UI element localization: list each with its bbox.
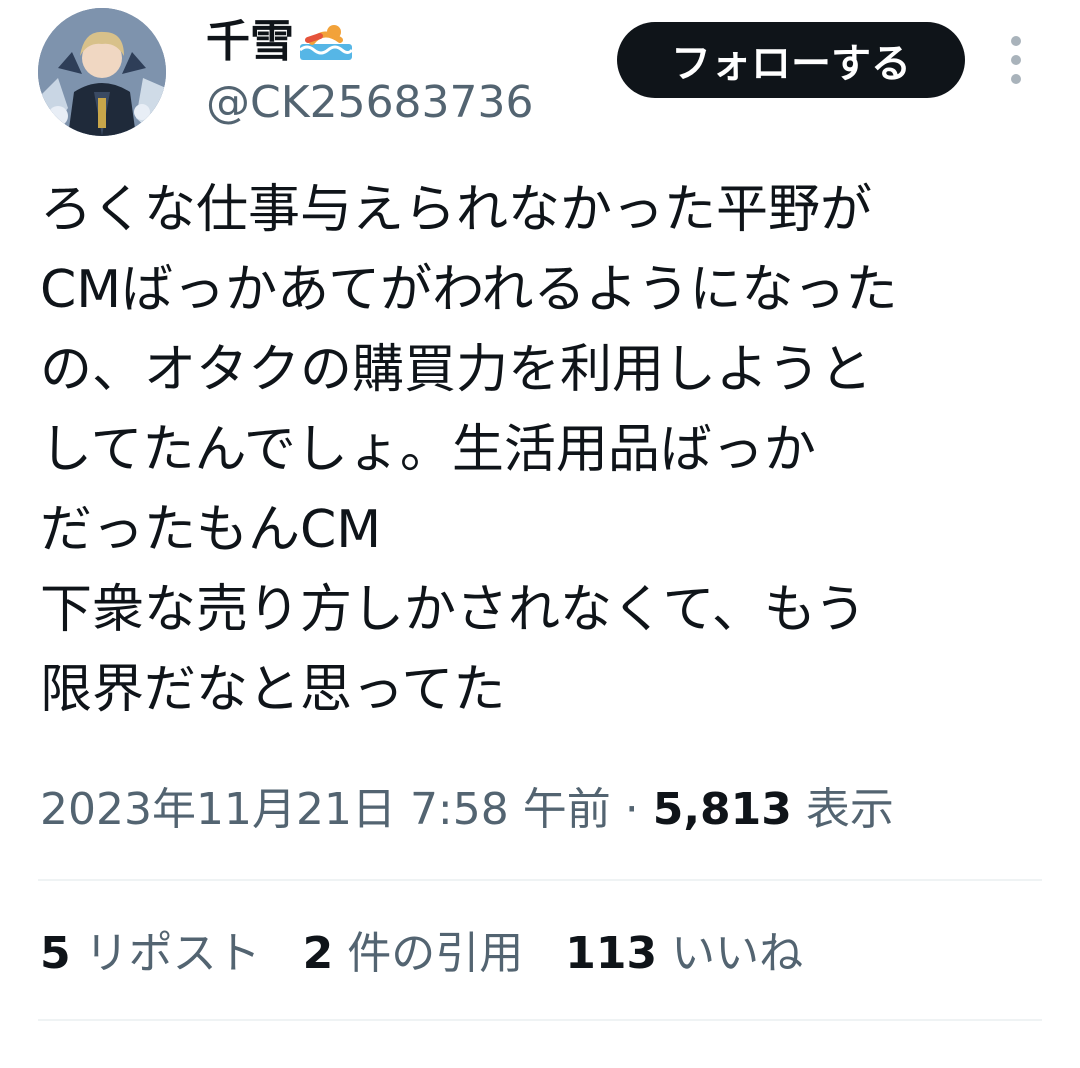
views-count: 5,813 xyxy=(652,784,792,835)
user-handle[interactable]: @CK25683736 xyxy=(206,74,534,132)
tweet-meta: 2023年11月21日 7:58 午前 · 5,813 表示 xyxy=(40,780,894,840)
swimmer-emoji-icon xyxy=(298,22,354,62)
likes-stat[interactable]: 113 いいね xyxy=(565,922,803,986)
reposts-label: リポスト xyxy=(84,928,261,979)
meta-separator: · xyxy=(610,784,653,835)
reposts-stat[interactable]: 5 リポスト xyxy=(40,922,261,986)
likes-count: 113 xyxy=(565,928,658,979)
tweet-text: ろくな仕事与えられなかった平野が CMばっかあてがわれるようになった の、オタク… xyxy=(40,180,898,720)
more-dot xyxy=(1011,36,1021,46)
divider xyxy=(38,1019,1042,1021)
more-dot xyxy=(1011,55,1021,65)
avatar-image xyxy=(38,8,166,136)
display-name-text: 千雪 xyxy=(206,16,294,67)
views-label: 表示 xyxy=(805,784,894,835)
quotes-label: 件の引用 xyxy=(347,928,524,979)
tweet-stats: 5 リポスト 2 件の引用 113 いいね xyxy=(40,922,845,986)
reposts-count: 5 xyxy=(40,928,71,979)
avatar[interactable] xyxy=(38,8,166,136)
tweet-header: 千雪 @CK25683736 フォローする xyxy=(0,0,1080,150)
display-name[interactable]: 千雪 xyxy=(206,6,354,78)
tweet-timestamp[interactable]: 2023年11月21日 7:58 午前 xyxy=(40,784,611,835)
quotes-count: 2 xyxy=(302,928,334,979)
more-vertical-icon[interactable] xyxy=(1000,36,1032,84)
divider xyxy=(38,879,1042,881)
quotes-stat[interactable]: 2 件の引用 xyxy=(303,922,524,986)
likes-label: いいね xyxy=(671,928,804,979)
follow-button[interactable]: フォローする xyxy=(617,22,965,98)
more-dot xyxy=(1011,74,1021,84)
